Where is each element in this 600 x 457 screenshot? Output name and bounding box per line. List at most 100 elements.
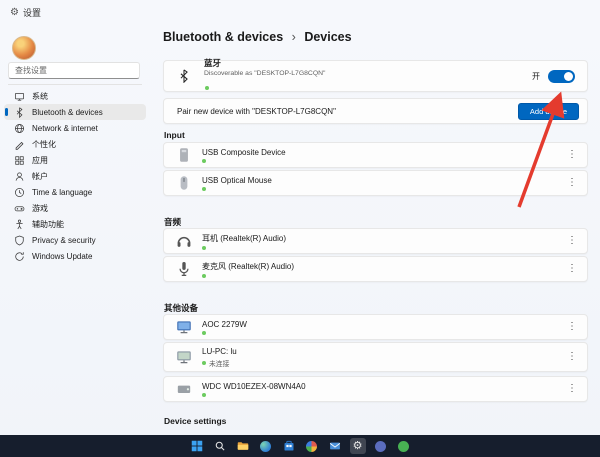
app-title-label: 设置 bbox=[22, 8, 41, 18]
sidebar-item-label: Network & internet bbox=[32, 123, 98, 133]
status-dot bbox=[202, 186, 206, 191]
shield-icon bbox=[14, 235, 25, 246]
sidebar-item-label: 帐户 bbox=[32, 171, 48, 181]
mouse-icon bbox=[175, 175, 193, 191]
device-name: WDC WD10EZEX-08WN4A0 bbox=[202, 381, 306, 391]
device-row-headphones[interactable]: 耳机 (Realtek(R) Audio) ⋮ bbox=[163, 228, 588, 254]
mail-icon[interactable] bbox=[327, 438, 343, 454]
sidebar-item-accounts[interactable]: 帐户 bbox=[4, 168, 146, 184]
taskbar-search-icon[interactable] bbox=[212, 438, 228, 454]
file-explorer-icon[interactable] bbox=[235, 438, 251, 454]
photos-icon[interactable] bbox=[304, 438, 320, 454]
status-dot bbox=[202, 392, 206, 397]
bluetooth-subtitle: Discoverable as "DESKTOP-L7G8CQN" bbox=[204, 70, 326, 77]
sidebar-item-system[interactable]: 系统 bbox=[4, 88, 146, 104]
more-options-button[interactable]: ⋮ bbox=[567, 384, 577, 394]
section-title-audio: 音频 bbox=[164, 217, 182, 227]
accounts-person-icon bbox=[14, 171, 25, 182]
breadcrumb-separator: › bbox=[291, 30, 296, 44]
usb-device-icon bbox=[175, 147, 193, 163]
sidebar-item-label: 辅助功能 bbox=[32, 219, 64, 229]
accessibility-icon bbox=[14, 219, 25, 230]
sidebar-item-apps[interactable]: 应用 bbox=[4, 152, 146, 168]
status-dot bbox=[205, 86, 209, 90]
sidebar-divider bbox=[8, 84, 142, 85]
breadcrumb: Bluetooth & devices › Devices bbox=[163, 30, 352, 44]
sidebar-item-personalization[interactable]: 个性化 bbox=[4, 136, 146, 152]
toggle-state-label: 开 bbox=[532, 71, 540, 81]
device-name: USB Composite Device bbox=[202, 147, 286, 157]
device-row-pc[interactable]: LU-PC: lu 未连接 ⋮ bbox=[163, 342, 588, 372]
page-title: Devices bbox=[304, 30, 352, 44]
device-row-usb-mouse[interactable]: USB Optical Mouse ⋮ bbox=[163, 170, 588, 196]
network-globe-icon bbox=[14, 123, 25, 134]
add-device-button[interactable]: Add device bbox=[517, 102, 579, 120]
bluetooth-title: 蓝牙 bbox=[204, 58, 222, 68]
more-options-button[interactable]: ⋮ bbox=[567, 236, 577, 246]
personalization-brush-icon bbox=[14, 139, 25, 150]
main-content: Bluetooth & devices › Devices 蓝牙 Discove… bbox=[163, 24, 588, 435]
status-dot bbox=[202, 273, 206, 278]
breadcrumb-parent[interactable]: Bluetooth & devices bbox=[163, 30, 283, 44]
device-row-usb-composite[interactable]: USB Composite Device ⋮ bbox=[163, 142, 588, 168]
sidebar-item-bluetooth-devices[interactable]: Bluetooth & devices bbox=[4, 104, 146, 120]
device-status-label: 未连接 bbox=[209, 360, 230, 368]
teams-icon[interactable] bbox=[373, 438, 389, 454]
more-options-button[interactable]: ⋮ bbox=[567, 178, 577, 188]
pair-device-label: Pair new device with "DESKTOP-L7G8CQN" bbox=[177, 106, 336, 116]
sidebar-item-privacy-security[interactable]: Privacy & security bbox=[4, 232, 146, 248]
sidebar-item-label: 个性化 bbox=[32, 139, 56, 149]
device-row-disk[interactable]: WDC WD10EZEX-08WN4A0 ⋮ bbox=[163, 376, 588, 402]
sidebar-item-label: 游戏 bbox=[32, 203, 48, 213]
bluetooth-toggle[interactable] bbox=[548, 69, 575, 83]
device-status: 未连接 bbox=[202, 358, 237, 368]
system-icon bbox=[14, 91, 25, 102]
device-name: 麦克风 (Realtek(R) Audio) bbox=[202, 261, 295, 271]
device-row-monitor[interactable]: AOC 2279W ⋮ bbox=[163, 314, 588, 340]
microsoft-store-icon[interactable] bbox=[281, 438, 297, 454]
sidebar-item-time-language[interactable]: Time & language bbox=[4, 184, 146, 200]
sidebar-item-gaming[interactable]: 游戏 bbox=[4, 200, 146, 216]
device-row-microphone[interactable]: 麦克风 (Realtek(R) Audio) ⋮ bbox=[163, 256, 588, 282]
sidebar-item-windows-update[interactable]: Windows Update bbox=[4, 248, 146, 264]
device-name: AOC 2279W bbox=[202, 319, 247, 329]
sidebar-nav: 系统 Bluetooth & devices Network & interne… bbox=[4, 88, 146, 264]
more-options-button[interactable]: ⋮ bbox=[567, 322, 577, 332]
monitor-icon bbox=[175, 319, 193, 335]
device-name: 耳机 (Realtek(R) Audio) bbox=[202, 233, 287, 243]
more-options-button[interactable]: ⋮ bbox=[567, 352, 577, 362]
bluetooth-text: 蓝牙 Discoverable as "DESKTOP-L7G8CQN" bbox=[204, 57, 325, 95]
sidebar-item-label: Privacy & security bbox=[32, 235, 96, 245]
start-button[interactable] bbox=[189, 438, 205, 454]
status-dot bbox=[202, 158, 206, 163]
chat-icon[interactable] bbox=[396, 438, 412, 454]
sidebar: 系统 Bluetooth & devices Network & interne… bbox=[0, 24, 152, 435]
taskbar: ⚙ bbox=[0, 435, 600, 457]
sidebar-item-label: 应用 bbox=[32, 155, 48, 165]
taskbar-settings-icon[interactable]: ⚙ bbox=[349, 438, 366, 454]
sidebar-item-network[interactable]: Network & internet bbox=[4, 120, 146, 136]
more-options-button[interactable]: ⋮ bbox=[567, 264, 577, 274]
device-name: USB Optical Mouse bbox=[202, 175, 272, 185]
clock-icon bbox=[14, 187, 25, 198]
status-dot bbox=[202, 245, 206, 250]
app-title: ⚙ 设置 bbox=[10, 6, 41, 19]
status-dot bbox=[202, 360, 206, 365]
pair-device-card: Pair new device with "DESKTOP-L7G8CQN" A… bbox=[163, 98, 588, 124]
titlebar: ⚙ 设置 bbox=[0, 0, 600, 24]
microphone-icon bbox=[175, 261, 193, 277]
more-options-button[interactable]: ⋮ bbox=[567, 150, 577, 160]
bluetooth-icon bbox=[177, 69, 191, 84]
sidebar-item-accessibility[interactable]: 辅助功能 bbox=[4, 216, 146, 232]
sidebar-item-label: Time & language bbox=[32, 187, 93, 197]
sidebar-item-label: Windows Update bbox=[32, 251, 93, 261]
bluetooth-card: 蓝牙 Discoverable as "DESKTOP-L7G8CQN" 开 bbox=[163, 57, 588, 95]
sidebar-item-label: 系统 bbox=[32, 91, 48, 101]
search-input[interactable] bbox=[8, 62, 140, 79]
section-title-other-devices: 其他设备 bbox=[164, 303, 199, 313]
update-refresh-icon bbox=[14, 251, 25, 262]
section-title-input: Input bbox=[164, 130, 185, 140]
status-dot bbox=[202, 330, 206, 335]
edge-browser-icon[interactable] bbox=[258, 438, 274, 454]
user-avatar[interactable] bbox=[12, 36, 36, 60]
